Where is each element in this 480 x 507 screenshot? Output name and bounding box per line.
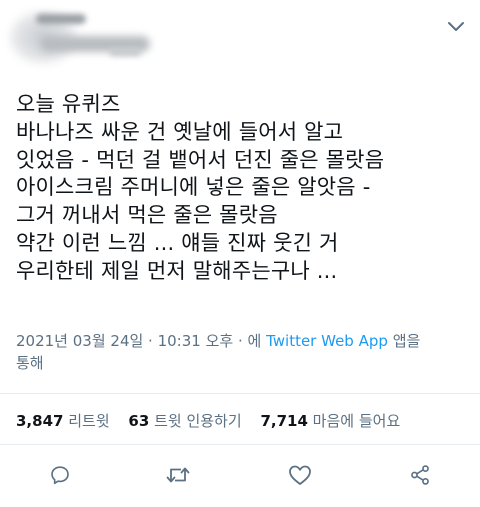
author-handle-redacted	[110, 48, 140, 56]
tweet-body-line: 바나나즈 싸운 건 옛날에 들어서 알고	[16, 119, 344, 144]
author-header-redacted	[0, 0, 480, 80]
tweet-body-line: 그거 꺼내서 먹은 줄은 몰랏음	[16, 203, 278, 228]
retweets-count: 3,847	[16, 412, 64, 430]
retweet-icon	[166, 464, 190, 490]
tweet-source-link[interactable]: Twitter Web App	[266, 332, 388, 350]
share-icon	[409, 464, 431, 490]
tweet-body: 오늘 유퀴즈 바나나즈 싸운 건 옛날에 들어서 알고 잇었음 - 먹던 걸 뱉…	[16, 91, 472, 286]
likes-stat[interactable]: 7,714 마음에 들어요	[260, 412, 400, 430]
heart-icon	[288, 464, 312, 490]
tweet-body-line: 오늘 유퀴즈	[16, 92, 121, 116]
tweet-body-line: 아이스크림 주머니에 넣은 줄은 알앗음 -	[16, 175, 371, 200]
tweet-body-line: 약간 이런 느낌 ... 얘들 진짜 웃긴 거	[16, 230, 339, 255]
tweet-detail: 오늘 유퀴즈 바나나즈 싸운 건 옛날에 들어서 알고 잇었음 - 먹던 걸 뱉…	[0, 0, 480, 507]
quotes-count: 63	[128, 412, 150, 430]
retweets-stat[interactable]: 3,847 리트윗	[16, 412, 114, 430]
tweet-timestamp[interactable]: 2021년 03월 24일 · 10:31 오후 · 에	[16, 332, 261, 350]
tweet-actions	[0, 455, 480, 495]
tweet-stats: 3,847 리트윗 63 트윗 인용하기 7,714 마음에 들어요	[16, 410, 414, 431]
quotes-label: 트윗 인용하기	[154, 412, 242, 430]
tweet-body-line: 잇었음 - 먹던 걸 뱉어서 던진 줄은 몰랏음	[16, 147, 385, 172]
share-button[interactable]	[402, 459, 438, 495]
reply-icon	[49, 464, 71, 490]
tweet-source-suffix-2: 통해	[16, 354, 44, 372]
like-button[interactable]	[282, 459, 318, 495]
quotes-stat[interactable]: 63 트윗 인용하기	[128, 412, 246, 430]
reply-button[interactable]	[42, 459, 78, 495]
retweets-label: 리트윗	[68, 412, 110, 430]
likes-label: 마음에 들어요	[312, 412, 401, 430]
likes-count: 7,714	[260, 412, 308, 430]
divider	[0, 444, 480, 445]
chevron-down-icon[interactable]	[446, 14, 466, 40]
tweet-meta: 2021년 03월 24일 · 10:31 오후 · 에 Twitter Web…	[16, 330, 472, 374]
tweet-body-line: 우리한테 제일 먼저 말해주는구나 ...	[16, 258, 338, 283]
author-name-redacted	[36, 14, 86, 24]
retweet-button[interactable]	[160, 459, 196, 495]
divider	[0, 393, 480, 394]
tweet-source-suffix: 앱을	[392, 332, 421, 350]
